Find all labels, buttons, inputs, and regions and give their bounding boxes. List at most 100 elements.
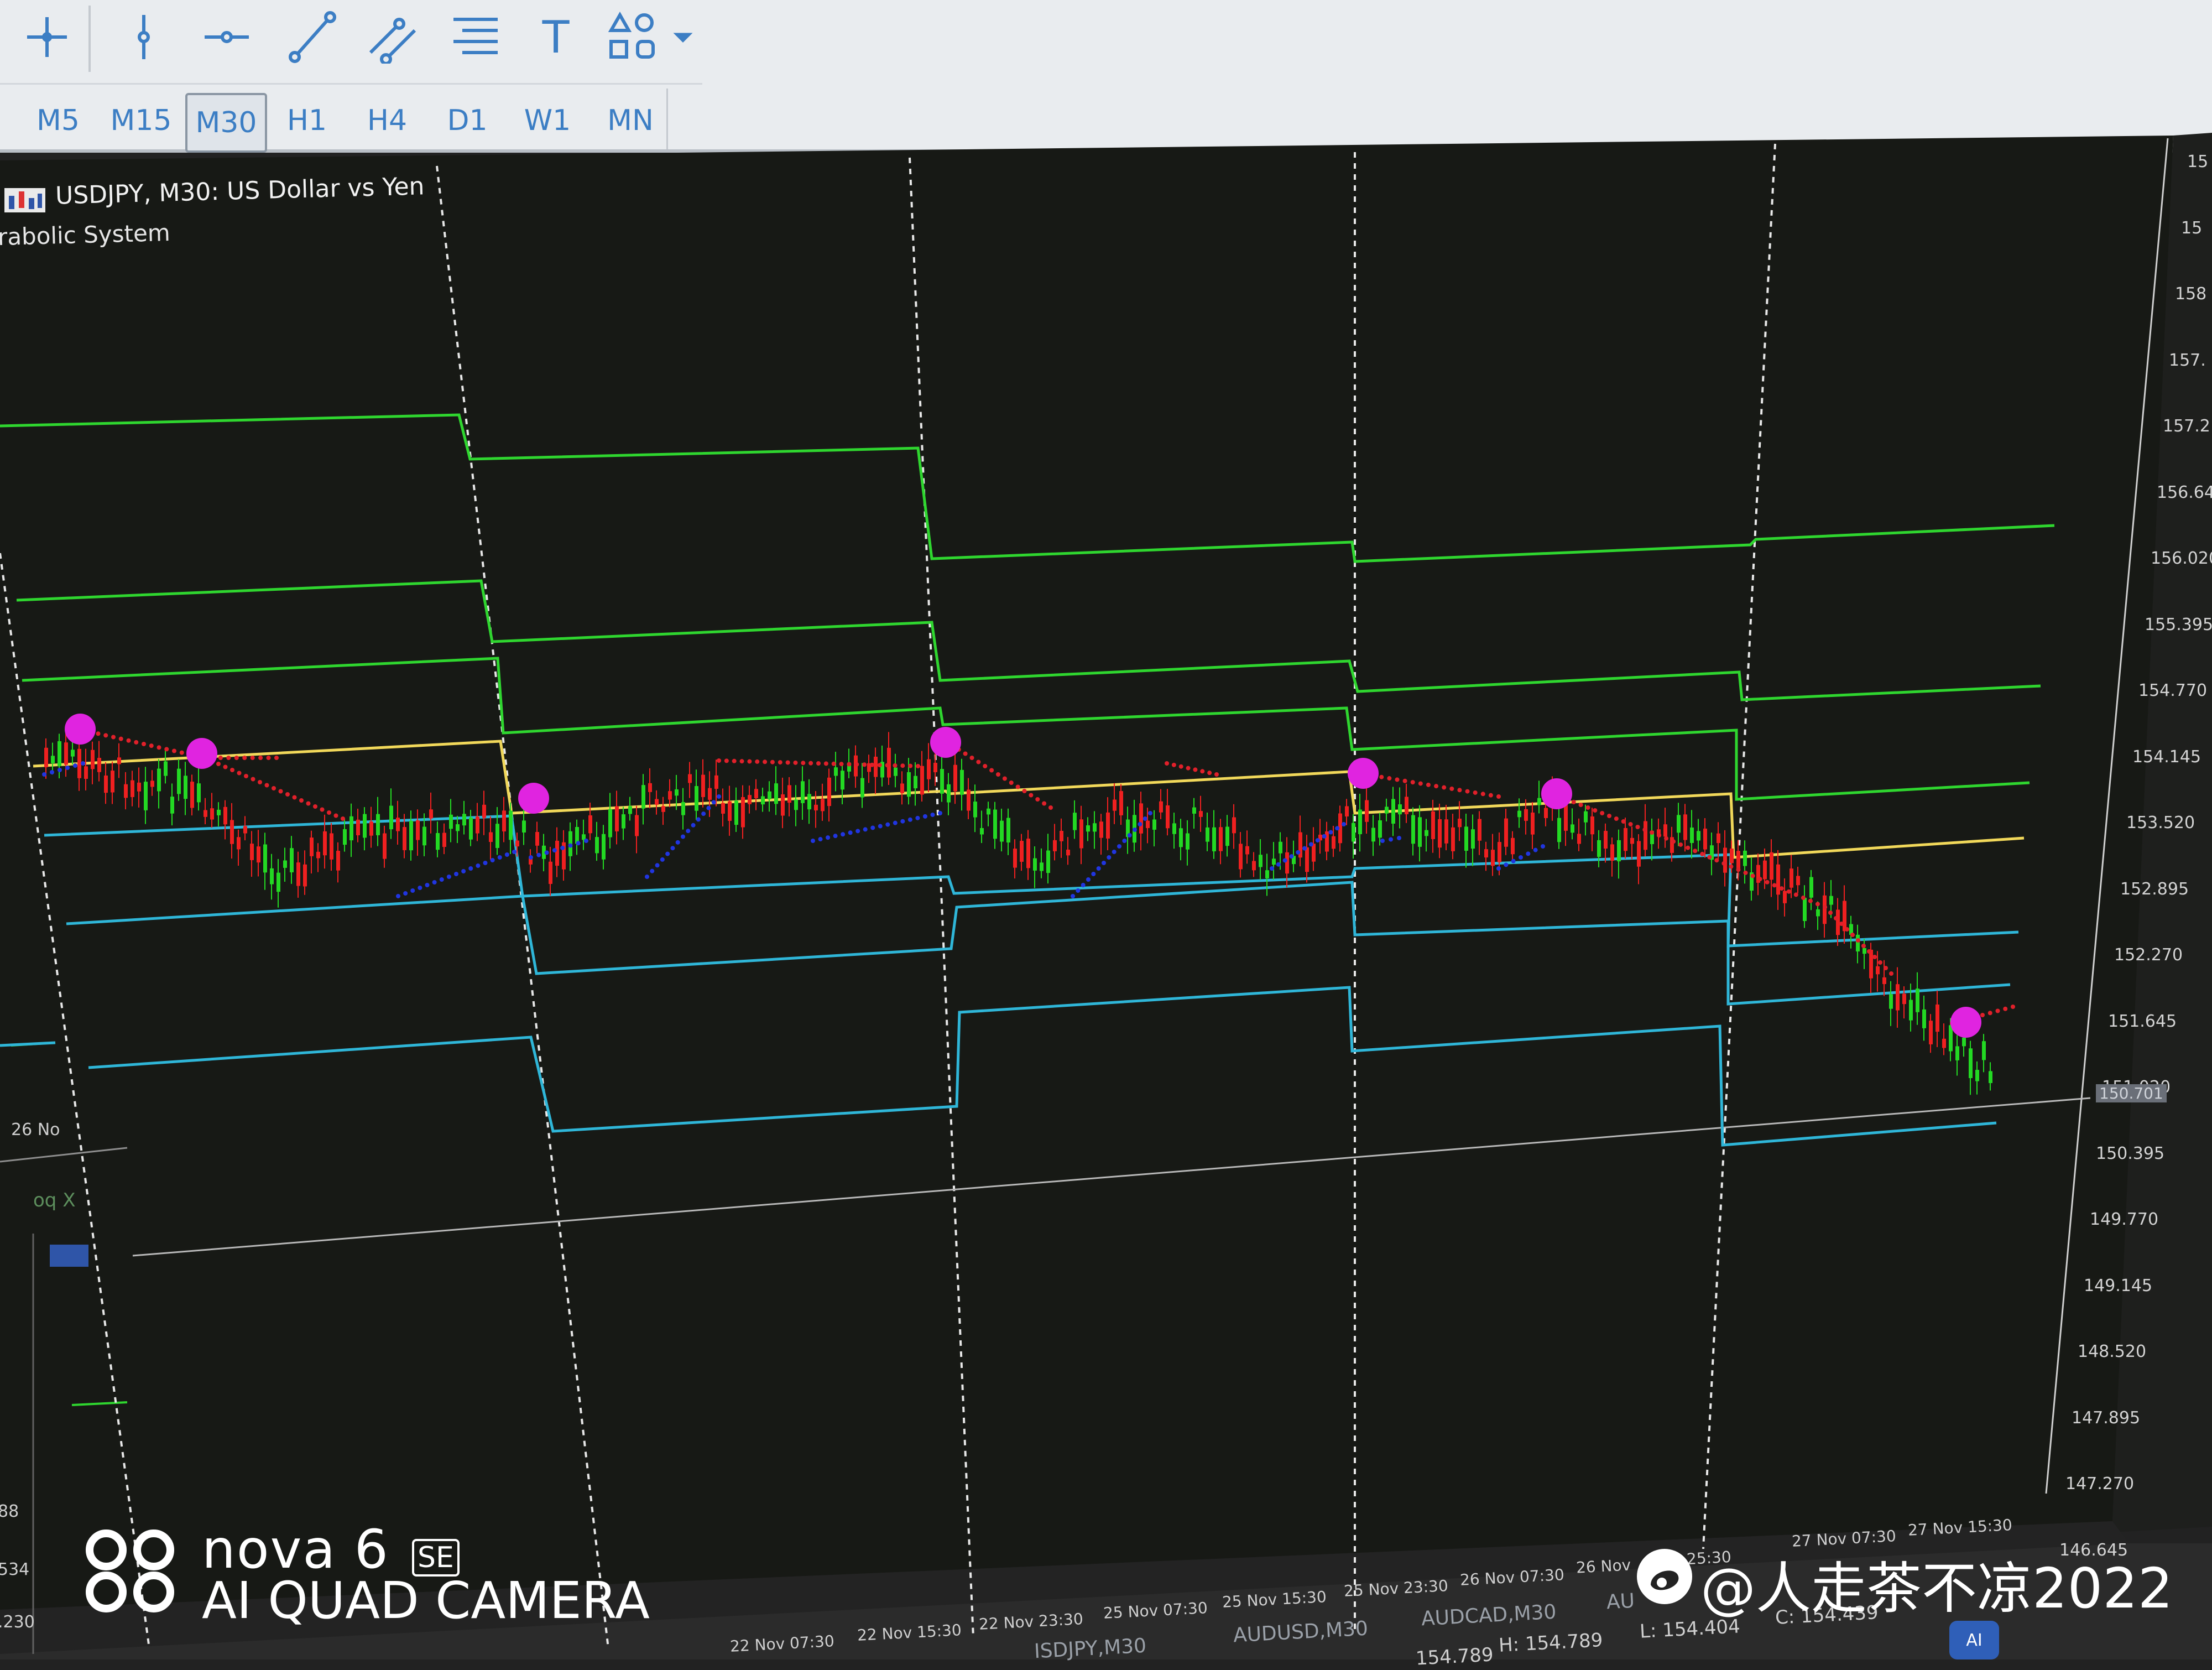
sar-dot <box>1035 797 1040 802</box>
sar-dot <box>1700 851 1705 856</box>
price-axis-label: 152.270 <box>2114 945 2183 965</box>
candle-body <box>1796 876 1800 886</box>
candle-body <box>117 757 121 764</box>
candle-body <box>1836 909 1840 935</box>
candle-body <box>97 758 101 772</box>
candle-body <box>595 837 599 854</box>
sar-dot <box>1289 854 1294 859</box>
sar-dot <box>1793 892 1798 897</box>
sar-dot <box>292 795 297 800</box>
sar-dot <box>938 811 942 815</box>
candle-body <box>442 833 446 847</box>
sar-dot <box>900 819 905 824</box>
price-axis-label: 158 <box>2175 284 2207 304</box>
sar-dot <box>969 756 974 760</box>
candle-body <box>748 795 752 804</box>
sar-dot <box>446 875 451 879</box>
camera-logo-icon <box>86 1529 174 1612</box>
sar-dot <box>536 852 541 857</box>
sar-dot <box>1335 826 1340 831</box>
sar-dot <box>1987 1011 1992 1016</box>
candle-body <box>1882 977 1886 984</box>
candle-body <box>1723 847 1727 873</box>
price-axis-label: 154.145 <box>2132 747 2201 767</box>
candle-body <box>336 851 340 871</box>
candle-body <box>754 789 758 798</box>
candle-body <box>933 763 937 773</box>
candle-body <box>1936 1004 1939 1032</box>
price-axis-label: 149.145 <box>2084 1276 2153 1296</box>
candle-body <box>1982 1041 1986 1060</box>
candle-body <box>608 809 612 837</box>
sar-dot <box>584 839 588 843</box>
sar-dot <box>396 894 400 898</box>
sar-dot <box>42 772 46 777</box>
candle-body <box>708 788 712 800</box>
candle-body <box>1219 827 1223 851</box>
sar-dot <box>770 759 775 764</box>
candle-body <box>137 782 141 792</box>
candle-body <box>768 791 771 800</box>
sar-dot <box>1091 872 1096 876</box>
candle-body <box>1060 831 1063 841</box>
candle-body <box>1564 805 1568 831</box>
candle-body <box>1312 844 1316 862</box>
price-axis-label: 151.645 <box>2108 1011 2177 1031</box>
price-axis-label: 15 <box>2187 152 2209 171</box>
candle-body <box>1511 837 1515 855</box>
sar-dot <box>1693 849 1698 854</box>
navigator-window-symbol[interactable]: oq X <box>33 1189 75 1211</box>
sar-dot <box>976 759 981 764</box>
sar-dot <box>870 825 875 830</box>
candle-body <box>369 821 373 836</box>
candle-body <box>1431 811 1435 839</box>
candle-body <box>787 785 791 803</box>
candle-body <box>1863 948 1866 954</box>
sar-dot <box>660 857 665 862</box>
candle-body <box>827 777 831 807</box>
sar-dot <box>230 768 234 772</box>
candle-body <box>1179 828 1183 847</box>
candle-body <box>549 861 552 884</box>
sar-dot <box>299 798 304 803</box>
sar-dot <box>1504 862 1509 867</box>
sar-dot <box>258 756 263 760</box>
sar-dot <box>1593 808 1598 813</box>
sar-dot <box>793 760 798 765</box>
sar-dot <box>425 883 430 887</box>
sar-dot <box>1086 877 1091 882</box>
candle-body <box>270 868 274 885</box>
sar-dot <box>885 822 890 827</box>
sar-dot <box>1389 837 1393 842</box>
sar-dot <box>1107 855 1112 860</box>
candle-body <box>84 766 88 779</box>
candle-body <box>1159 801 1163 813</box>
price-chart[interactable] <box>0 0 2212 1659</box>
sar-dot <box>1980 1013 1985 1017</box>
sar-dot <box>242 756 247 760</box>
candle-body <box>184 776 187 799</box>
candle-body <box>1239 844 1243 870</box>
sar-dot <box>274 756 279 760</box>
candle-body <box>1524 809 1528 821</box>
sar-dot <box>963 751 968 756</box>
candle-body <box>1604 831 1608 849</box>
candle-body <box>77 748 81 778</box>
candle-body <box>1816 909 1820 917</box>
sar-dot <box>717 794 721 799</box>
sar-dot <box>483 861 488 865</box>
candle-body <box>741 797 745 828</box>
sar-dot <box>915 815 920 820</box>
candle-body <box>363 814 367 838</box>
sar-dot <box>258 780 262 784</box>
sar-dot <box>2003 1006 2008 1011</box>
sar-dot <box>454 872 458 876</box>
sar-dot <box>747 759 752 764</box>
candle-body <box>1232 817 1236 834</box>
candle-body <box>648 783 652 792</box>
candle-body <box>1259 855 1262 867</box>
sar-dot <box>73 763 77 768</box>
chart-tab-au[interactable]: AU <box>1606 1590 1635 1614</box>
sar-dot <box>811 839 815 843</box>
candle-body <box>1869 949 1873 979</box>
